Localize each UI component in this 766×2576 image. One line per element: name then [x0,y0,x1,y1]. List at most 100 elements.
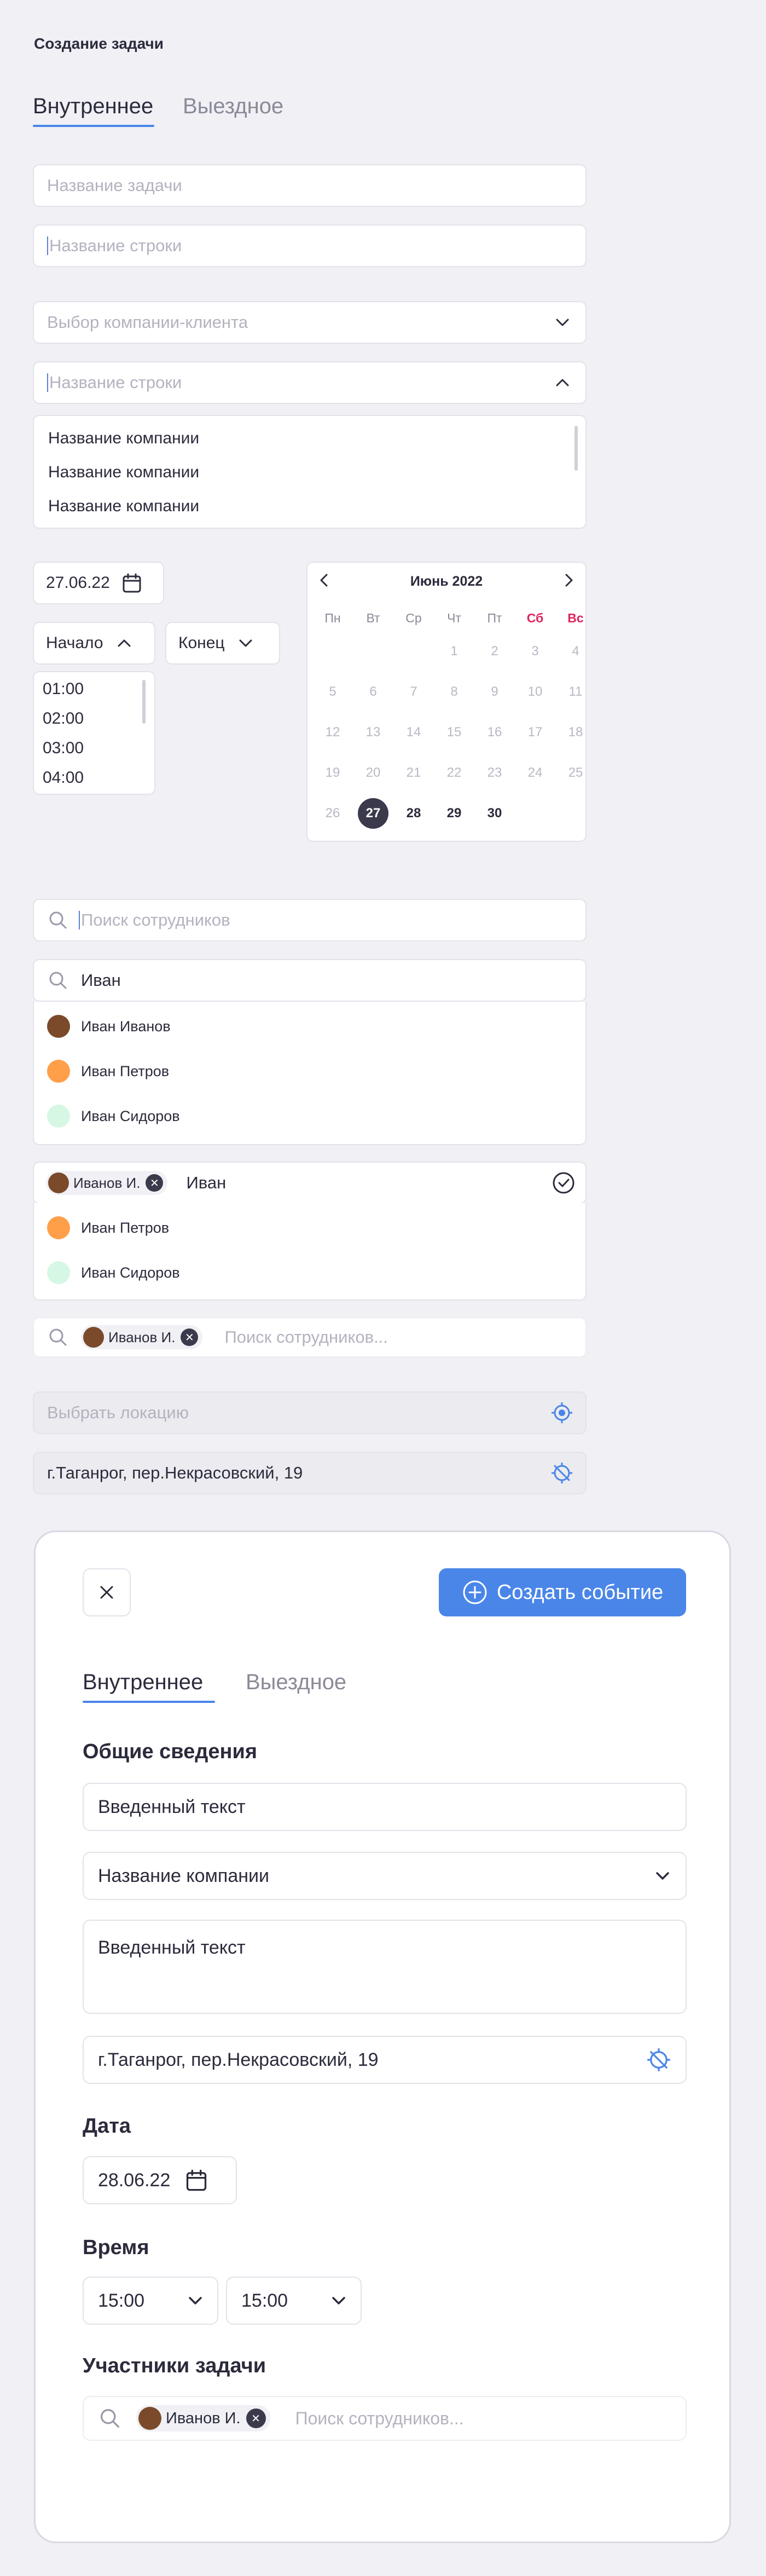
locate-icon[interactable] [550,1401,573,1424]
check-circle-icon[interactable] [552,1171,576,1195]
chevron-down-icon [189,2297,202,2304]
calendar-day[interactable]: 18 [560,717,591,748]
chevron-down-icon [332,2297,345,2304]
time-start-select[interactable]: 15:00 [83,2277,218,2325]
locate-off-icon[interactable] [646,2047,671,2072]
employee-result[interactable]: Иван Сидоров [81,1108,180,1125]
calendar-day[interactable]: 11 [560,677,591,707]
chevron-down-icon [656,1872,669,1880]
employee-result[interactable]: Иван Петров [81,1063,169,1080]
calendar-day[interactable]: 28 [398,798,429,829]
calendar-day[interactable]: 24 [520,758,550,788]
employee-search-query[interactable]: Иван [33,959,587,1002]
calendar-day[interactable]: 9 [479,677,510,707]
text-caret [79,911,80,929]
time-option[interactable]: 04:00 [43,769,84,787]
calendar-day[interactable]: 2 [479,636,510,667]
employee-search-input[interactable]: Поиск сотрудников [33,899,587,942]
calendar-day[interactable]: 12 [317,717,348,748]
calendar-day[interactable]: 8 [439,677,469,707]
calendar-day[interactable]: 21 [398,758,429,788]
remove-chip-icon[interactable]: ✕ [146,1174,164,1192]
time-start-select[interactable]: Начало [33,622,155,665]
employee-results: Иван Иванов Иван Петров Иван Сидоров [33,1002,587,1145]
location-value[interactable]: г.Таганрог, пер.Некрасовский, 19 [33,1452,587,1494]
dropdown-item[interactable]: Название компании [48,497,199,516]
text-caret [47,236,48,255]
search-icon [49,972,67,989]
location-select[interactable]: Выбрать локацию [33,1391,587,1434]
company-dropdown-list: Название компании Название компании Назв… [33,415,587,529]
employee-search-selected[interactable]: Иванов И. ✕ Поиск сотрудников... [33,1317,587,1358]
participants-search[interactable]: Иванов И. ✕ Поиск сотрудников... [83,2396,687,2441]
avatar [47,1105,70,1128]
address-input[interactable]: г.Таганрог, пер.Некрасовский, 19 [83,2036,687,2084]
search-icon [100,2408,120,2428]
company-select[interactable]: Название компании [83,1852,687,1900]
avatar [47,1216,70,1239]
tab-external[interactable]: Выездное [246,1670,346,1695]
calendar-day[interactable]: 17 [520,717,550,748]
task-name-input[interactable]: Название задачи [33,164,587,207]
calendar-day[interactable]: 4 [560,636,591,667]
remove-chip-icon[interactable]: ✕ [181,1329,199,1346]
tab-external[interactable]: Выездное [183,94,283,119]
calendar-day[interactable]: 22 [439,758,469,788]
time-option[interactable]: 02:00 [43,709,84,728]
time-heading: Время [83,2236,149,2259]
calendar-day[interactable]: 19 [317,758,348,788]
plus-circle-icon [463,1580,487,1604]
employee-result[interactable]: Иван Сидоров [81,1264,180,1281]
date-field[interactable]: 27.06.22 [33,562,164,604]
calendar-day[interactable]: 20 [358,758,388,788]
employee-results-2: Иван Петров Иван Сидоров [33,1203,587,1301]
calendar-day[interactable]: 1 [439,636,469,667]
time-end-select[interactable]: 15:00 [226,2277,362,2325]
calendar-day[interactable]: 15 [439,717,469,748]
calendar-day[interactable]: 5 [317,677,348,707]
chevron-down-icon [239,639,252,647]
row-name-select[interactable]: Название строки [33,361,587,404]
text-caret [47,373,48,392]
calendar-day-selected[interactable]: 27 [358,798,388,829]
scrollbar[interactable] [574,426,578,471]
chevron-right-icon[interactable] [560,571,578,589]
calendar-day[interactable]: 10 [520,677,550,707]
calendar-day[interactable]: 13 [358,717,388,748]
calendar-day[interactable]: 6 [358,677,388,707]
dropdown-item[interactable]: Название компании [48,463,199,482]
scrollbar[interactable] [142,680,146,724]
time-end-select[interactable]: Конец [165,622,280,665]
calendar-day[interactable]: 7 [398,677,429,707]
employee-result[interactable]: Иван Иванов [81,1018,171,1035]
create-event-button[interactable]: Создать событие [439,1568,686,1616]
calendar-day[interactable]: 26 [317,798,348,829]
locate-off-icon[interactable] [550,1462,573,1485]
calendar-day[interactable]: 16 [479,717,510,748]
calendar-day[interactable]: 30 [479,798,510,829]
employee-result[interactable]: Иван Петров [81,1220,169,1237]
weekday-label: Сб [526,611,544,625]
employee-search-with-chip[interactable]: Иванов И. ✕ Иван [33,1162,587,1204]
selected-employee-chip: Иванов И. ✕ [81,1325,203,1349]
company-select[interactable]: Выбор компании-клиента [33,301,587,344]
calendar-day[interactable]: 3 [520,636,550,667]
time-option[interactable]: 01:00 [43,680,84,698]
tab-internal[interactable]: Внутреннее [33,94,153,119]
page-title: Создание задачи [34,35,164,52]
time-option[interactable]: 03:00 [43,739,84,758]
calendar-day[interactable]: 23 [479,758,510,788]
tab-internal[interactable]: Внутреннее [83,1670,203,1695]
calendar-day[interactable]: 25 [560,758,591,788]
remove-chip-icon[interactable]: ✕ [246,2408,266,2428]
description-textarea[interactable]: Введенный текст [83,1920,687,2014]
calendar-day[interactable]: 29 [439,798,469,829]
close-button[interactable] [83,1568,131,1616]
task-text-input[interactable]: Введенный текст [83,1783,687,1831]
row-name-input[interactable]: Название строки [33,224,587,267]
date-field[interactable]: 28.06.22 [83,2156,237,2204]
tab-underline [83,1701,215,1703]
dropdown-item[interactable]: Название компании [48,429,199,448]
calendar-day[interactable]: 14 [398,717,429,748]
calendar-month: Июнь 2022 [410,574,483,589]
